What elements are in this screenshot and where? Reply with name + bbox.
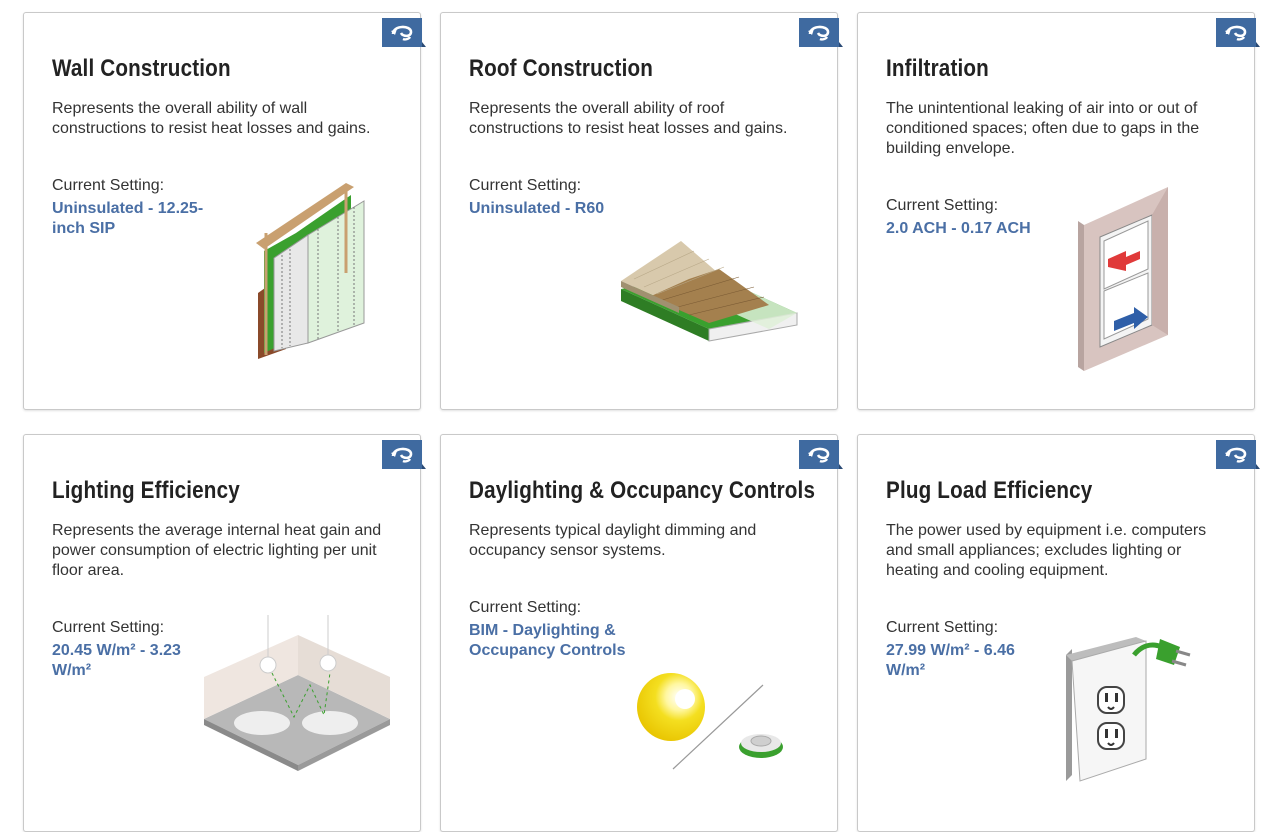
card-description: Represents the overall ability of roof c… — [469, 100, 788, 137]
card-infiltration[interactable]: Infiltration The unintentional leaking o… — [857, 12, 1260, 410]
current-setting-label: Current Setting: — [52, 177, 165, 194]
current-setting-value[interactable]: Uninsulated - R60 — [469, 199, 669, 219]
card-description: Represents typical daylight dimming and … — [469, 522, 757, 559]
current-setting-value[interactable]: BIM - Daylighting & Occupancy Controls — [469, 621, 639, 661]
card-title: Plug Load Efficiency — [886, 477, 1093, 504]
card-daylighting-occupancy[interactable]: Daylighting & Occupancy Controls Represe… — [440, 434, 843, 832]
current-setting-label: Current Setting: — [886, 619, 999, 636]
current-setting-label: Current Setting: — [52, 619, 165, 636]
current-setting-label: Current Setting: — [469, 599, 582, 616]
swap-icon[interactable] — [799, 18, 843, 47]
card-plug-load-efficiency[interactable]: Plug Load Efficiency The power used by e… — [857, 434, 1260, 832]
swap-icon[interactable] — [382, 440, 426, 469]
current-setting-value[interactable]: 20.45 W/m² - 3.23 W/m² — [52, 641, 202, 681]
card-title: Daylighting & Occupancy Controls — [469, 477, 816, 504]
window-illustration — [1078, 187, 1168, 371]
card-description: The power used by equipment i.e. compute… — [886, 522, 1207, 579]
card-title: Wall Construction — [52, 55, 231, 82]
card-lighting-efficiency[interactable]: Lighting Efficiency Represents the avera… — [23, 434, 426, 832]
card-title: Lighting Efficiency — [52, 477, 240, 504]
swap-icon[interactable] — [382, 18, 426, 47]
card-description: Represents the overall ability of wall c… — [52, 100, 371, 137]
card-wall-construction[interactable]: Wall Construction Represents the overall… — [23, 12, 426, 410]
card-title: Roof Construction — [469, 55, 654, 82]
card-description: The unintentional leaking of air into or… — [886, 100, 1200, 157]
card-title: Infiltration — [886, 55, 989, 82]
current-setting-label: Current Setting: — [886, 197, 999, 214]
room-lighting-illustration — [204, 615, 390, 771]
current-setting-label: Current Setting: — [469, 177, 582, 194]
current-setting-value[interactable]: 27.99 W/m² - 6.46 W/m² — [886, 641, 1036, 681]
outlet-plug-illustration — [1066, 637, 1191, 782]
card-roof-construction[interactable]: Roof Construction Represents the overall… — [440, 12, 843, 410]
swap-icon[interactable] — [1216, 18, 1260, 47]
daylight-sensor-illustration — [637, 673, 783, 770]
roof-section-illustration — [621, 241, 798, 342]
current-setting-value[interactable]: 2.0 ACH - 0.17 ACH — [886, 219, 1086, 239]
current-setting-value[interactable]: Uninsulated - 12.25-inch SIP — [52, 199, 212, 239]
swap-icon[interactable] — [799, 440, 843, 469]
swap-icon[interactable] — [1216, 440, 1260, 469]
wall-section-illustration — [256, 183, 365, 359]
card-description: Represents the average internal heat gai… — [52, 522, 382, 579]
